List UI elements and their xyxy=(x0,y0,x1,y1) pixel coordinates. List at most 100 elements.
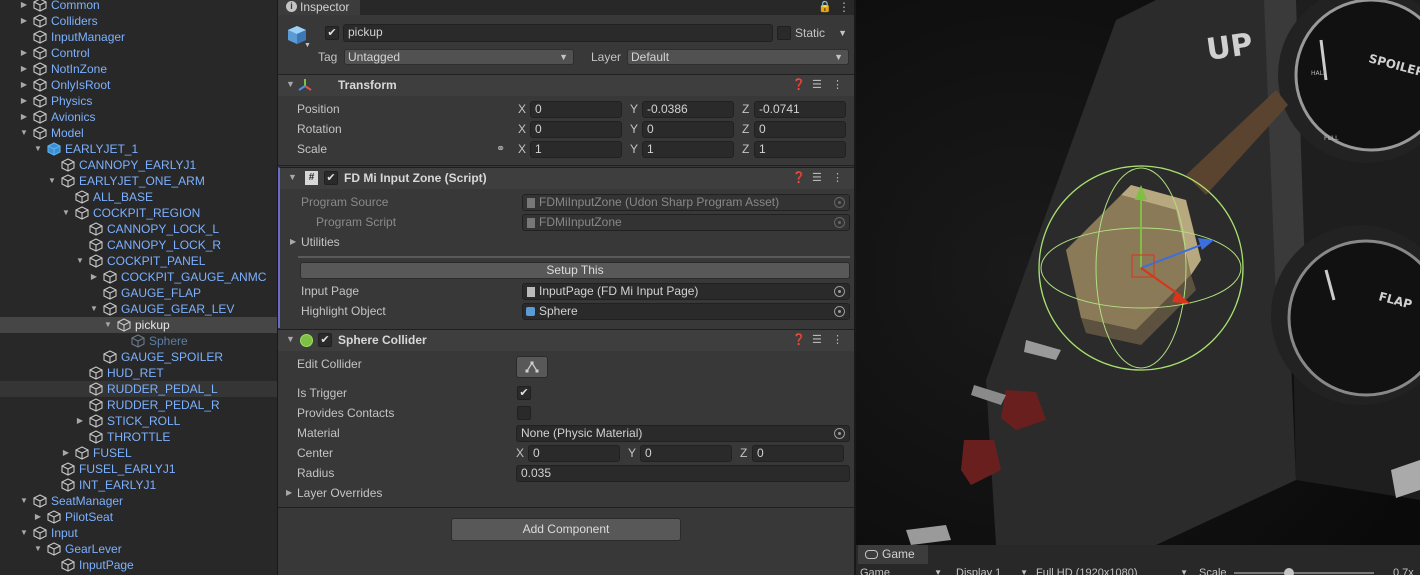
center-y-axis-label[interactable]: Y xyxy=(628,445,636,461)
center-z-field[interactable]: 0 xyxy=(752,445,844,462)
hierarchy-item[interactable]: GAUGE_FLAP xyxy=(0,285,277,301)
rotation-x-field[interactable]: 0 xyxy=(530,121,622,138)
layer-overrides-foldout[interactable]: Layer Overrides xyxy=(297,485,382,501)
chevron-down-icon[interactable]: ▼ xyxy=(103,317,113,333)
rotation-x-axis-label[interactable]: X xyxy=(518,121,526,137)
hierarchy-item[interactable]: ▼ GearLever xyxy=(0,541,277,557)
center-x-axis-label[interactable]: X xyxy=(516,445,524,461)
rotation-z-axis-label[interactable]: Z xyxy=(742,121,749,137)
chevron-right-icon[interactable]: ▶ xyxy=(19,77,29,93)
collider-enabled-checkbox[interactable]: ✔ xyxy=(318,333,332,347)
chevron-down-icon[interactable]: ▼ xyxy=(33,541,43,557)
hierarchy-item[interactable]: CANNOPY_LOCK_L xyxy=(0,221,277,237)
object-picker-icon[interactable] xyxy=(834,286,845,297)
rotation-y-axis-label[interactable]: Y xyxy=(630,121,638,137)
position-z-field[interactable]: -0.0741 xyxy=(754,101,846,118)
hierarchy-item[interactable]: ▶ STICK_ROLL xyxy=(0,413,277,429)
preset-icon[interactable]: ☰ xyxy=(812,78,822,91)
hierarchy-item[interactable]: CANNOPY_EARLYJ1 xyxy=(0,157,277,173)
hierarchy-item[interactable]: ▶ OnlyIsRoot xyxy=(0,77,277,93)
position-y-field[interactable]: -0.0386 xyxy=(642,101,734,118)
tab-game[interactable]: Game xyxy=(858,545,928,564)
object-picker-icon[interactable] xyxy=(834,428,845,439)
chevron-down-icon[interactable]: ▼ xyxy=(75,253,85,269)
utilities-foldout[interactable]: Utilities xyxy=(301,234,340,250)
hierarchy-item[interactable]: ▼ COCKPIT_REGION xyxy=(0,205,277,221)
tag-dropdown[interactable]: Untagged ▼ xyxy=(344,49,574,65)
rotation-y-field[interactable]: 0 xyxy=(642,121,734,138)
hierarchy-item[interactable]: ▼ GAUGE_GEAR_LEV xyxy=(0,301,277,317)
hierarchy-item[interactable]: InputPage xyxy=(0,557,277,573)
hierarchy-item[interactable]: ▼ EARLYJET_ONE_ARM xyxy=(0,173,277,189)
position-z-axis-label[interactable]: Z xyxy=(742,101,749,117)
provides-contacts-checkbox[interactable] xyxy=(517,406,531,420)
more-icon[interactable]: ⋮ xyxy=(832,171,843,184)
hierarchy-item[interactable]: ▶ Control xyxy=(0,45,277,61)
input-page-field[interactable]: InputPage (FD Mi Input Page) xyxy=(522,283,850,300)
tab-inspector[interactable]: i Inspector xyxy=(278,0,360,15)
display-dropdown[interactable]: Display 1 ▼ xyxy=(956,566,1028,575)
hierarchy-item[interactable]: ▼ SeatManager xyxy=(0,493,277,509)
hierarchy-item[interactable]: RUDDER_PEDAL_R xyxy=(0,397,277,413)
chevron-right-icon[interactable]: ▶ xyxy=(89,269,99,285)
hierarchy-item[interactable]: InputManager xyxy=(0,29,277,45)
chevron-down-icon[interactable]: ▼ xyxy=(304,42,311,49)
hierarchy-item[interactable]: ▶ Colliders xyxy=(0,13,277,29)
chevron-right-icon[interactable]: ▶ xyxy=(19,61,29,77)
sphere-collider-header[interactable]: ▼ ✔ Sphere Collider ❓ ☰ ⋮ xyxy=(278,329,854,351)
center-z-axis-label[interactable]: Z xyxy=(740,445,747,461)
chevron-right-icon[interactable]: ▶ xyxy=(19,93,29,109)
hierarchy-item[interactable]: ▶ FUSEL xyxy=(0,445,277,461)
script-header[interactable]: ▼ # ✔ FD Mi Input Zone (Script) ❓ ☰ ⋮ xyxy=(278,167,854,189)
hierarchy-item[interactable]: ▶ PilotSeat xyxy=(0,509,277,525)
hierarchy-item[interactable]: FUSEL_EARLYJ1 xyxy=(0,461,277,477)
help-icon[interactable]: ❓ xyxy=(792,333,806,346)
hierarchy-item[interactable]: CANNOPY_LOCK_R xyxy=(0,237,277,253)
radius-field[interactable]: 0.035 xyxy=(516,465,850,482)
chevron-down-icon[interactable]: ▼ xyxy=(61,205,71,221)
chevron-right-icon[interactable]: ▶ xyxy=(75,413,85,429)
hierarchy-item[interactable]: ▶ Physics xyxy=(0,93,277,109)
hierarchy-item[interactable]: RUDDER_PEDAL_L xyxy=(0,381,277,397)
hierarchy-item[interactable]: INT_EARLYJ1 xyxy=(0,477,277,493)
rotation-z-field[interactable]: 0 xyxy=(754,121,846,138)
transform-header[interactable]: ▼ Transform ❓ ☰ ⋮ xyxy=(278,74,854,96)
chevron-down-icon[interactable]: ▼ xyxy=(47,173,57,189)
scene-view[interactable]: UP SPOILER FLAP HALF FULL xyxy=(856,0,1420,545)
setup-this-button[interactable]: Setup This xyxy=(300,262,850,279)
help-icon[interactable]: ❓ xyxy=(792,78,806,91)
position-x-axis-label[interactable]: X xyxy=(518,101,526,117)
hierarchy-item[interactable]: ▶ COCKPIT_GAUGE_ANMC xyxy=(0,269,277,285)
static-checkbox[interactable] xyxy=(777,26,791,40)
preset-icon[interactable]: ☰ xyxy=(812,171,822,184)
resolution-dropdown[interactable]: Full HD (1920x1080) ▼ xyxy=(1036,566,1188,575)
more-icon[interactable]: ⋮ xyxy=(838,0,850,14)
chevron-right-icon[interactable]: ▶ xyxy=(290,237,296,246)
chevron-right-icon[interactable]: ▶ xyxy=(33,509,43,525)
active-checkbox[interactable]: ✔ xyxy=(325,26,339,40)
hierarchy-item[interactable]: Sphere xyxy=(0,333,277,349)
chevron-right-icon[interactable]: ▶ xyxy=(19,109,29,125)
more-icon[interactable]: ⋮ xyxy=(832,333,843,346)
hierarchy-item[interactable]: ▼ COCKPIT_PANEL xyxy=(0,253,277,269)
hierarchy-item[interactable]: ALL_BASE xyxy=(0,189,277,205)
chevron-right-icon[interactable]: ▶ xyxy=(19,45,29,61)
scale-slider-thumb[interactable] xyxy=(1284,568,1294,575)
position-x-field[interactable]: 0 xyxy=(530,101,622,118)
chevron-down-icon[interactable]: ▼ xyxy=(33,141,43,157)
chevron-right-icon[interactable]: ▶ xyxy=(19,0,29,13)
layer-dropdown[interactable]: Default ▼ xyxy=(627,49,849,65)
chevron-down-icon[interactable]: ▼ xyxy=(19,125,29,141)
chevron-down-icon[interactable]: ▼ xyxy=(19,525,29,541)
scale-y-field[interactable]: 1 xyxy=(642,141,734,158)
is-trigger-checkbox[interactable]: ✔ xyxy=(517,386,531,400)
hierarchy-item[interactable]: ▶ Common xyxy=(0,0,277,13)
preset-icon[interactable]: ☰ xyxy=(812,333,822,346)
static-dropdown[interactable]: ▼ xyxy=(833,26,847,42)
scale-z-axis-label[interactable]: Z xyxy=(742,141,749,157)
chevron-right-icon[interactable]: ▶ xyxy=(19,13,29,29)
link-scale-icon[interactable]: ⚭ xyxy=(496,142,505,155)
hierarchy-item[interactable]: ▶ NotInZone xyxy=(0,61,277,77)
hierarchy-item[interactable]: ▼ Model xyxy=(0,125,277,141)
position-y-axis-label[interactable]: Y xyxy=(630,101,638,117)
